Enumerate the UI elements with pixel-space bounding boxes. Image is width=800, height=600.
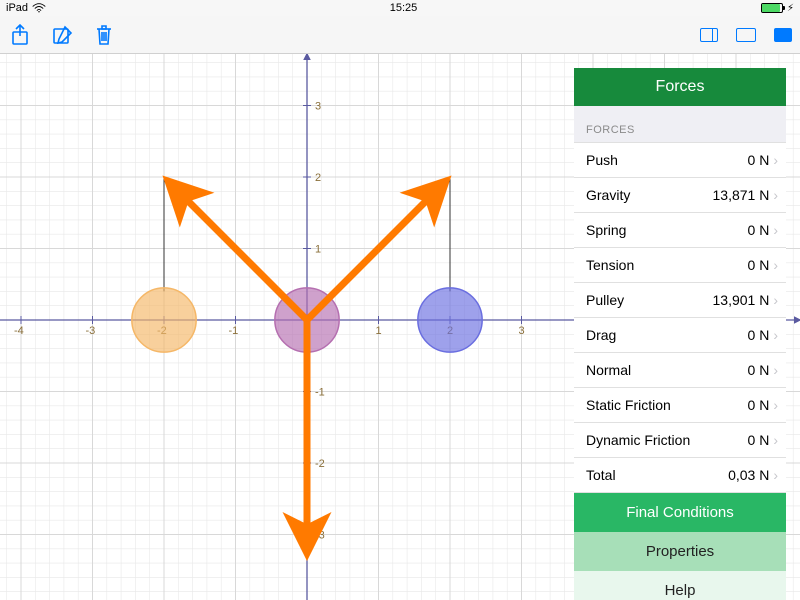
- force-row-gravity[interactable]: Gravity 13,871 N›: [574, 178, 786, 213]
- svg-text:1: 1: [376, 325, 382, 337]
- tab-help[interactable]: Help: [574, 571, 786, 600]
- svg-text:-3: -3: [315, 530, 325, 542]
- svg-text:3: 3: [315, 101, 321, 113]
- wifi-icon: [32, 3, 46, 13]
- view-toggle[interactable]: [700, 28, 792, 42]
- force-label: Drag: [586, 327, 616, 343]
- force-value: 0 N: [748, 327, 770, 343]
- clock: 15:25: [390, 2, 418, 14]
- force-row-spring[interactable]: Spring 0 N›: [574, 213, 786, 248]
- force-label: Static Friction: [586, 397, 671, 413]
- chevron-right-icon: ›: [773, 327, 778, 343]
- force-row-normal[interactable]: Normal 0 N›: [574, 353, 786, 388]
- chevron-right-icon: ›: [773, 397, 778, 413]
- chevron-right-icon: ›: [773, 187, 778, 203]
- svg-text:-4: -4: [14, 325, 24, 337]
- right-mass[interactable]: [418, 288, 482, 352]
- svg-text:-1: -1: [229, 325, 239, 337]
- force-value: 0 N: [748, 152, 770, 168]
- share-icon[interactable]: [8, 23, 32, 47]
- force-label: Tension: [586, 257, 634, 273]
- section-label-forces: FORCES: [574, 106, 786, 142]
- tab-final-conditions[interactable]: Final Conditions: [574, 493, 786, 532]
- force-row-dynamic-friction[interactable]: Dynamic Friction 0 N›: [574, 423, 786, 458]
- tab-properties[interactable]: Properties: [574, 532, 786, 571]
- chevron-right-icon: ›: [773, 222, 778, 238]
- force-value: 0 N: [748, 432, 770, 448]
- panel-header-forces[interactable]: Forces: [574, 68, 786, 106]
- chevron-right-icon: ›: [773, 257, 778, 273]
- force-label: Spring: [586, 222, 626, 238]
- svg-text:1: 1: [315, 244, 321, 256]
- chevron-right-icon: ›: [773, 152, 778, 168]
- panel-toggle-filled[interactable]: [774, 28, 792, 42]
- compose-icon[interactable]: [50, 23, 74, 47]
- svg-text:-2: -2: [315, 458, 325, 470]
- device-label: iPad: [6, 2, 28, 14]
- force-value: 13,901 N: [713, 292, 770, 308]
- status-bar: iPad 15:25 ⚡︎: [0, 0, 800, 16]
- force-label: Pulley: [586, 292, 624, 308]
- force-row-tension[interactable]: Tension 0 N›: [574, 248, 786, 283]
- force-value: 0 N: [748, 362, 770, 378]
- force-value: 0 N: [748, 257, 770, 273]
- chevron-right-icon: ›: [773, 292, 778, 308]
- panel-toggle-blank[interactable]: [736, 28, 756, 42]
- forces-panel: Forces FORCES Push0 N›Gravity13,871 N›Sp…: [574, 68, 786, 600]
- svg-text:-3: -3: [86, 325, 96, 337]
- force-value: 0,03 N: [728, 467, 769, 483]
- force-value: 0 N: [748, 397, 770, 413]
- svg-text:-1: -1: [315, 387, 325, 399]
- charging-icon: ⚡︎: [787, 3, 794, 14]
- chevron-right-icon: ›: [773, 432, 778, 448]
- chevron-right-icon: ›: [773, 467, 778, 483]
- chevron-right-icon: ›: [773, 362, 778, 378]
- battery-icon: [761, 3, 783, 13]
- svg-text:2: 2: [315, 172, 321, 184]
- left-mass[interactable]: [132, 288, 196, 352]
- force-label: Push: [586, 152, 618, 168]
- force-value: 0 N: [748, 222, 770, 238]
- panel-toggle-left[interactable]: [700, 28, 718, 42]
- toolbar: [0, 16, 800, 54]
- trash-icon[interactable]: [92, 23, 116, 47]
- force-row-drag[interactable]: Drag 0 N›: [574, 318, 786, 353]
- force-label: Dynamic Friction: [586, 432, 690, 448]
- force-row-push[interactable]: Push 0 N›: [574, 142, 786, 178]
- force-row-pulley[interactable]: Pulley 13,901 N›: [574, 283, 786, 318]
- force-row-static-friction[interactable]: Static Friction 0 N›: [574, 388, 786, 423]
- vector-pulley-left[interactable]: [171, 184, 307, 320]
- force-value: 13,871 N: [713, 187, 770, 203]
- force-row-total[interactable]: Total 0,03 N›: [574, 458, 786, 493]
- force-label: Normal: [586, 362, 631, 378]
- vector-pulley-right[interactable]: [307, 184, 443, 320]
- force-label: Total: [586, 467, 616, 483]
- force-label: Gravity: [586, 187, 630, 203]
- svg-text:3: 3: [519, 325, 525, 337]
